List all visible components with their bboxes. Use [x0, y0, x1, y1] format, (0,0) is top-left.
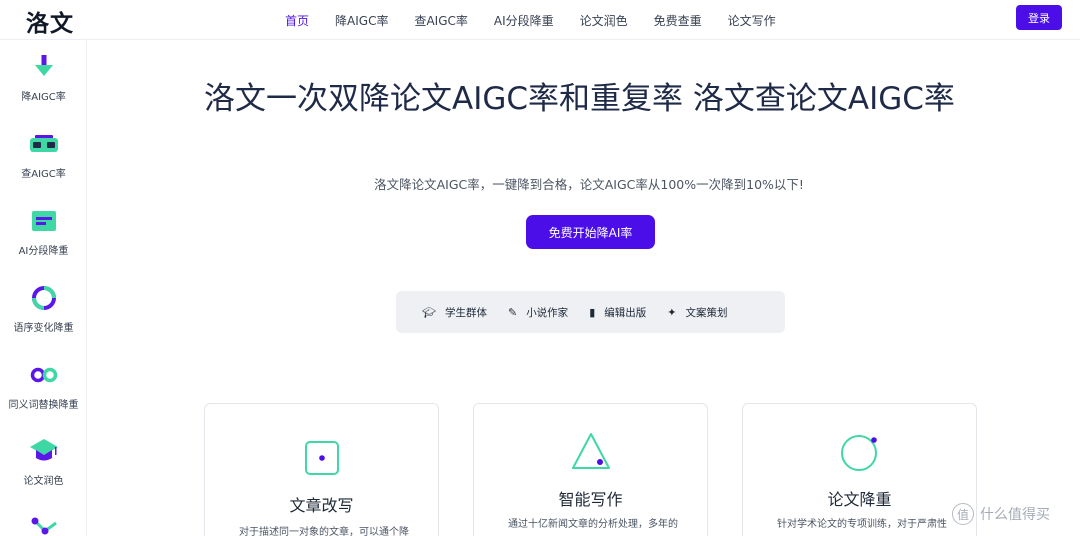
dice-square-icon [305, 441, 339, 475]
sidebar-item-more[interactable] [0, 513, 86, 536]
sidebar-item-label: 同义词替换降重 [8, 400, 79, 411]
nav-home[interactable]: 首页 [285, 12, 309, 29]
card-title: 智能写作 [558, 490, 623, 509]
graduation-cap-icon: 🎓︎ [422, 305, 436, 319]
watermark-logo-icon: 值 [952, 503, 974, 525]
card-title: 论文降重 [827, 490, 892, 509]
nav-paper-writing[interactable]: 论文写作 [728, 12, 776, 29]
sidebar: 降AIGC率 查AIGC率 AI分段降重 语序变化降重 同义词替换降重 论文润色 [0, 40, 87, 536]
tag-copywriting[interactable]: ✦ 文案策划 [667, 305, 727, 320]
sidebar-item-check-aigc[interactable]: 查AIGC率 [0, 129, 86, 180]
feather-pen-icon: ✎ [507, 305, 518, 319]
logo[interactable]: 洛文 [26, 4, 74, 38]
sidebar-item-reduce-aigc[interactable]: 降AIGC率 [0, 52, 86, 103]
card-description: 通过十亿新闻文章的分析处理，多年的 [508, 519, 678, 530]
page-title: 洛文一次双降论文AIGC率和重复率 洛文查论文AIGC率 [204, 81, 955, 117]
watermark-text: 什么值得买 [980, 507, 1050, 523]
nav-ai-segment-reduce[interactable]: AI分段降重 [494, 12, 554, 29]
graduation-cap-icon [29, 439, 58, 461]
feature-card-paper-reduce[interactable]: 论文降重 针对学术论文的专项训练，对于严肃性 [742, 403, 977, 536]
sidebar-item-synonym[interactable]: 同义词替换降重 [0, 360, 86, 411]
card-title: 文章改写 [289, 496, 354, 515]
card-description: 对于描述同一对象的文章，可以通个降 [239, 527, 409, 536]
circle-icon [841, 435, 877, 471]
text-block-icon [31, 211, 56, 231]
sparkle-icon: ✦ [667, 305, 677, 319]
vr-glasses-icon [29, 135, 58, 152]
sidebar-item-ai-segment[interactable]: AI分段降重 [0, 206, 86, 257]
tag-label: 学生群体 [444, 306, 487, 319]
infinity-icon [30, 367, 57, 383]
hero-subtitle: 洛文降论文AIGC率，一键降到合格，论文AIGC率从100%一次降到10%以下! [374, 177, 804, 192]
book-icon: ▮ [589, 305, 596, 319]
sidebar-item-label: 论文润色 [23, 476, 64, 487]
down-arrow-icon [34, 55, 53, 76]
chart-nodes-icon [31, 517, 57, 535]
top-bar: 洛文 首页 降AIGC率 查AIGC率 AI分段降重 论文润色 免费查重 论文写… [0, 0, 1080, 40]
sidebar-item-label: AI分段降重 [18, 246, 69, 257]
nav-free-check[interactable]: 免费查重 [654, 12, 702, 29]
sidebar-item-word-order[interactable]: 语序变化降重 [0, 283, 86, 334]
tag-label: 编辑出版 [604, 306, 647, 319]
nav-reduce-aigc[interactable]: 降AIGC率 [335, 12, 388, 29]
tag-label: 小说作家 [526, 306, 569, 319]
card-description: 针对学术论文的专项训练，对于严肃性 [777, 519, 947, 530]
tag-label: 文案策划 [685, 306, 728, 319]
triangle-icon [572, 433, 610, 469]
audience-tags: 🎓︎ 学生群体 ✎ 小说作家 ▮ 编辑出版 ✦ 文案策划 [396, 291, 785, 333]
sidebar-item-label: 降AIGC率 [21, 92, 66, 103]
sidebar-item-label: 语序变化降重 [13, 323, 74, 334]
start-reduce-ai-button[interactable]: 免费开始降AI率 [526, 215, 655, 249]
sidebar-item-polish[interactable]: 论文润色 [0, 436, 86, 487]
feature-card-smart-writing[interactable]: 智能写作 通过十亿新闻文章的分析处理，多年的 [473, 403, 708, 536]
login-button[interactable]: 登录 [1016, 5, 1062, 30]
tag-publishing[interactable]: ▮ 编辑出版 [589, 305, 646, 320]
refresh-icon [31, 286, 56, 310]
feature-card-rewrite[interactable]: 文章改写 对于描述同一对象的文章，可以通个降 [204, 403, 439, 536]
sidebar-item-label: 查AIGC率 [21, 169, 66, 180]
tag-novelists[interactable]: ✎ 小说作家 [508, 305, 568, 320]
main-nav: 首页 降AIGC率 查AIGC率 AI分段降重 论文润色 免费查重 论文写作 [272, 0, 789, 40]
watermark: 值 什么值得买 [952, 503, 1050, 525]
nav-paper-polish[interactable]: 论文润色 [580, 12, 628, 29]
nav-check-aigc[interactable]: 查AIGC率 [414, 12, 467, 29]
tag-students[interactable]: 🎓︎ 学生群体 [422, 305, 487, 320]
